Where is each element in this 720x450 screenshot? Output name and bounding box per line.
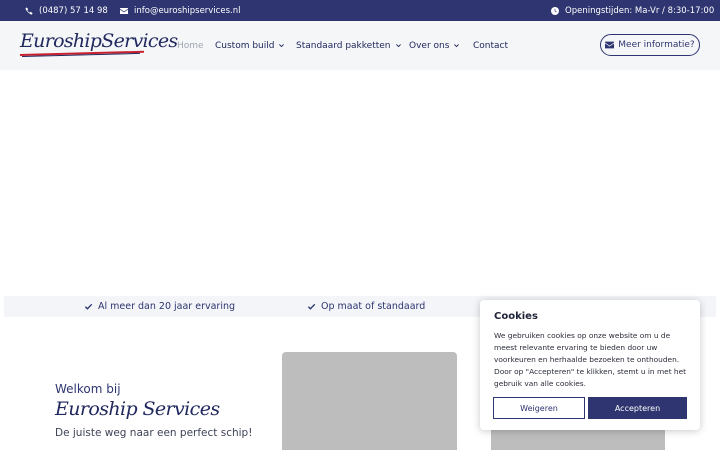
logo-text: EuroshipServices (20, 30, 178, 52)
top-bar: (0487) 57 14 98 info@euroshipservices.nl… (0, 0, 720, 21)
accept-cookies-button[interactable]: Accepteren (588, 397, 687, 419)
check-icon (84, 303, 93, 310)
welcome-subtitle: De juiste weg naar een perfect schip! (55, 427, 253, 439)
welcome-pretitle: Welkom bij (55, 382, 121, 396)
nav-item-label: Custom build (215, 40, 275, 51)
usp-item: Op maat of standaard (307, 296, 425, 317)
usp-label: Al meer dan 20 jaar ervaring (98, 301, 236, 312)
chevron-down-icon (454, 44, 460, 48)
cta-label: Meer informatie? (618, 40, 695, 50)
check-icon (307, 303, 316, 310)
clock-icon (551, 6, 559, 15)
nav-item-label: Over ons (409, 40, 450, 51)
nav-item-label: Home (177, 40, 204, 51)
nav-item-label: Standaard pakketten (296, 40, 391, 51)
phone-link[interactable]: (0487) 57 14 98 (25, 0, 108, 21)
usp-label: Op maat of standaard (321, 301, 426, 312)
welcome-title: Euroship Services (55, 398, 220, 420)
nav-item-custom-build[interactable]: Custom build (215, 21, 285, 70)
nav-item-standaard-pakketten[interactable]: Standaard pakketten (296, 21, 402, 70)
nav-item-over-ons[interactable]: Over ons (409, 21, 460, 70)
image-placeholder (491, 430, 665, 450)
main-navbar: EuroshipServices Home Custom build Stand… (0, 21, 720, 70)
opening-hours-text: Openingstijden: Ma-Vr / 8:30-17:00 (565, 5, 715, 16)
nav-item-home[interactable]: Home (177, 21, 204, 70)
decline-cookies-button[interactable]: Weigeren (493, 397, 585, 419)
chevron-down-icon (395, 44, 401, 48)
chevron-down-icon (279, 44, 285, 48)
cookie-title: Cookies (494, 311, 538, 322)
phone-icon (25, 6, 33, 15)
meer-informatie-button[interactable]: Meer informatie? (600, 34, 700, 56)
nav-item-label: Contact (473, 40, 509, 51)
image-placeholder (282, 352, 457, 450)
email-address: info@euroshipservices.nl (134, 5, 241, 16)
usp-item: Al meer dan 20 jaar ervaring (84, 296, 235, 317)
email-link[interactable]: info@euroshipservices.nl (120, 0, 240, 21)
nav-item-contact[interactable]: Contact (473, 21, 508, 70)
cookie-text: We gebruiken cookies op onze website om … (494, 331, 687, 388)
cookie-dialog: Cookies We gebruiken cookies op onze web… (480, 300, 700, 430)
logo[interactable]: EuroshipServices (19, 30, 178, 60)
opening-hours: Openingstijden: Ma-Vr / 8:30-17:00 (551, 0, 714, 21)
phone-number: (0487) 57 14 98 (39, 5, 108, 16)
envelope-icon (605, 41, 615, 49)
envelope-icon (120, 7, 128, 14)
